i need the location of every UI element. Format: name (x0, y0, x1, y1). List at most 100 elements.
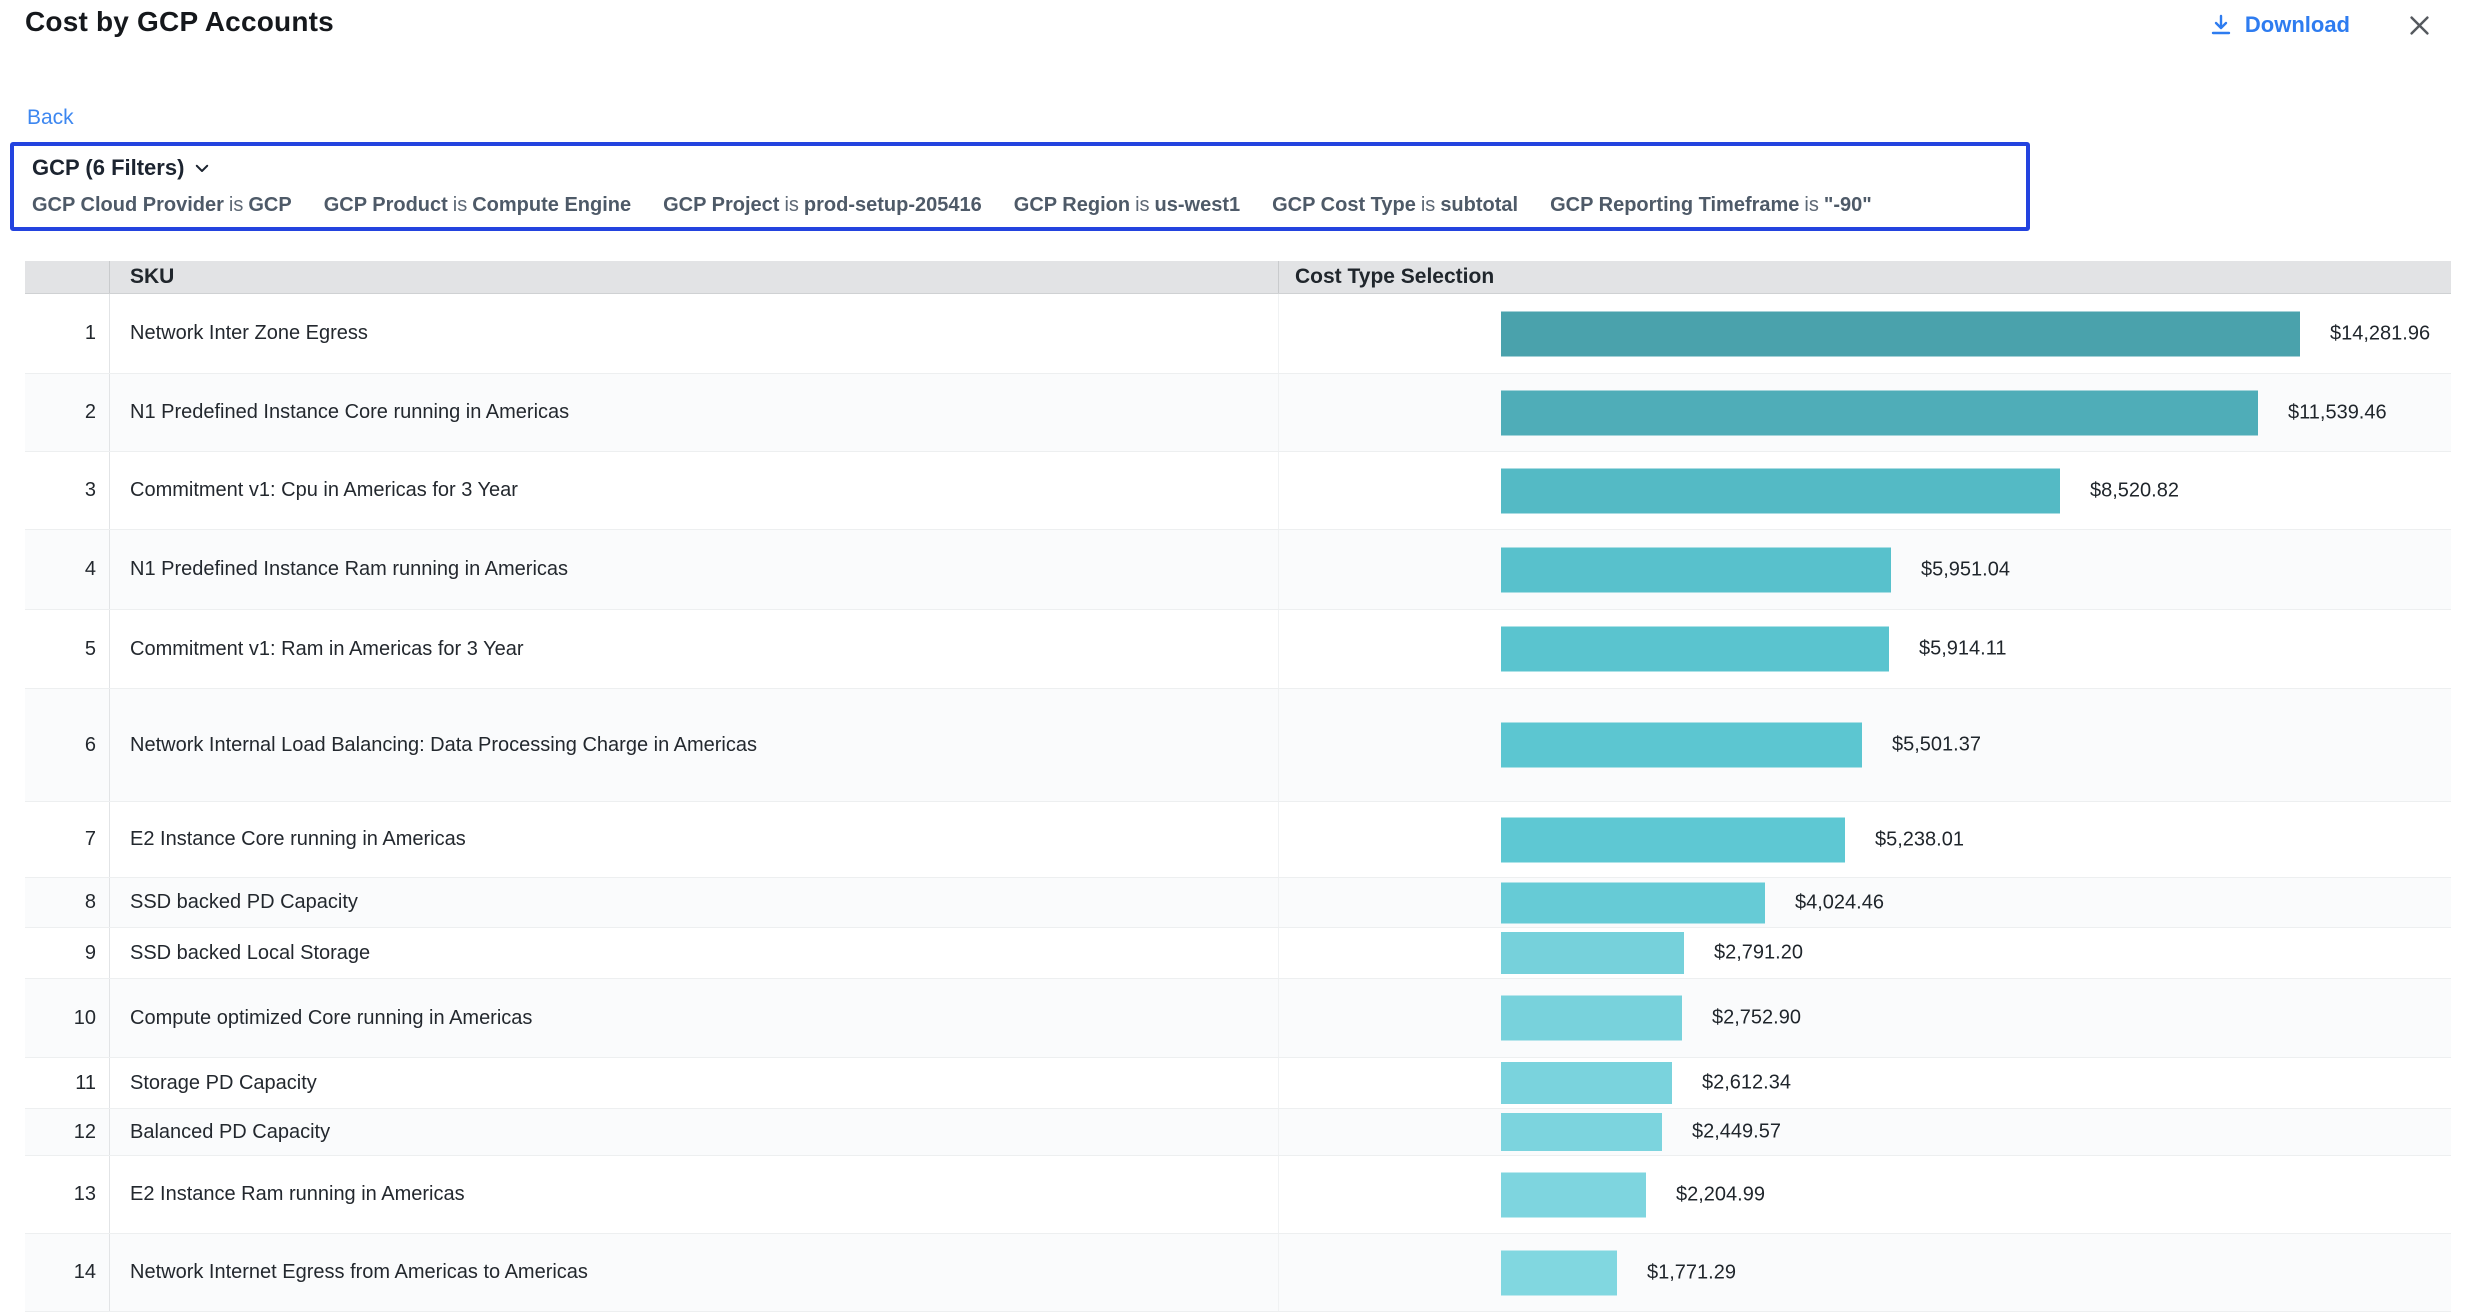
table-row: 2N1 Predefined Instance Core running in … (25, 374, 2451, 452)
table-row: 6Network Internal Load Balancing: Data P… (25, 689, 2451, 802)
filter-operator: is (448, 194, 472, 216)
page-title: Cost by GCP Accounts (25, 6, 334, 38)
cost-bar[interactable] (1501, 547, 1891, 592)
filter-field: GCP Reporting Timeframe (1550, 194, 1799, 216)
filter-field: GCP Cloud Provider (32, 194, 224, 216)
table-row: 14Network Internet Egress from Americas … (25, 1234, 2451, 1312)
cost-bar[interactable] (1501, 627, 1889, 672)
download-button[interactable]: Download (2209, 12, 2350, 38)
cost-table: SKU Cost Type Selection 1Network Inter Z… (25, 261, 2451, 1312)
sku-cell: E2 Instance Core running in Americas (110, 802, 1279, 877)
cost-bar-cell: $2,204.99 (1279, 1156, 2451, 1233)
close-icon (2406, 12, 2433, 39)
sku-cell: E2 Instance Ram running in Americas (110, 1156, 1279, 1233)
row-number: 8 (25, 878, 110, 927)
filter-item-3[interactable]: GCP Projectisprod-setup-205416 (663, 194, 982, 217)
bar-value-label: $2,204.99 (1676, 1183, 1765, 1206)
bar-value-label: $1,771.29 (1647, 1261, 1736, 1284)
top-actions: Download (2209, 10, 2434, 40)
row-number: 6 (25, 689, 110, 801)
filter-summary-dropdown[interactable]: GCP (6 Filters) (32, 155, 211, 181)
filter-value: us-west1 (1155, 194, 1241, 216)
cost-bar[interactable] (1501, 932, 1684, 974)
filter-field: GCP Cost Type (1272, 194, 1416, 216)
filter-panel: GCP (6 Filters) GCP Cloud ProviderisGCPG… (10, 142, 2030, 231)
filter-value: Compute Engine (472, 194, 631, 216)
cost-bar[interactable] (1501, 882, 1765, 923)
bar-value-label: $11,539.46 (2288, 401, 2387, 424)
table-row: 9SSD backed Local Storage $2,791.20 (25, 928, 2451, 979)
table-row: 13E2 Instance Ram running in Americas $2,… (25, 1156, 2451, 1234)
table-row: 10Compute optimized Core running in Amer… (25, 979, 2451, 1058)
cost-by-gcp-accounts-panel: Cost by GCP Accounts Download Back GCP (… (0, 0, 2476, 1314)
cost-bar-cell: $5,238.01 (1279, 802, 2451, 877)
bar-value-label: $5,914.11 (1919, 638, 2007, 661)
cost-bar[interactable] (1501, 817, 1845, 862)
cost-bar[interactable] (1501, 1172, 1646, 1217)
table-row: 11Storage PD Capacity$2,612.34 (25, 1058, 2451, 1109)
sku-cell: Commitment v1: Cpu in Americas for 3 Yea… (110, 452, 1279, 529)
filter-item-6[interactable]: GCP Reporting Timeframeis"-90" (1550, 194, 1872, 217)
filter-list: GCP Cloud ProviderisGCP GCP ProductisComp… (32, 194, 2008, 217)
filter-operator: is (1799, 194, 1823, 216)
cost-bar[interactable] (1501, 311, 2300, 356)
cost-bar-cell: $2,612.34 (1279, 1058, 2451, 1108)
bar-value-label: $5,501.37 (1892, 734, 1981, 757)
filter-item-1[interactable]: GCP Cloud ProviderisGCP (32, 194, 292, 217)
filter-summary-label: GCP (6 Filters) (32, 155, 184, 181)
filter-item-2[interactable]: GCP ProductisCompute Engine (324, 194, 631, 217)
table-row: 3Commitment v1: Cpu in Americas for 3 Ye… (25, 452, 2451, 530)
table-row: 12Balanced PD Capacity$2,449.57 (25, 1109, 2451, 1156)
filter-field: GCP Region (1014, 194, 1130, 216)
cost-bar-cell: $11,539.46 (1279, 374, 2451, 451)
cost-bar-cell: $4,024.46 (1279, 878, 2451, 927)
table-body: 1Network Inter Zone Egress$14,281.962N1 … (25, 294, 2451, 1312)
bar-value-label: $2,612.34 (1702, 1072, 1791, 1095)
filter-operator: is (1416, 194, 1440, 216)
row-number: 12 (25, 1109, 110, 1155)
cost-bar[interactable] (1501, 1113, 1662, 1151)
table-header-row: SKU Cost Type Selection (25, 261, 2451, 294)
filter-value: subtotal (1440, 194, 1518, 216)
sku-cell: N1 Predefined Instance Ram running in Am… (110, 530, 1279, 609)
cost-bar[interactable] (1501, 390, 2258, 435)
close-button[interactable] (2404, 10, 2434, 40)
sku-cell: Network Internal Load Balancing: Data Pr… (110, 689, 1279, 801)
row-number: 11 (25, 1058, 110, 1108)
table-row: 5Commitment v1: Ram in Americas for 3 Ye… (25, 610, 2451, 689)
filter-value: prod-setup-205416 (804, 194, 982, 216)
table-row: 1Network Inter Zone Egress $14,281.96 (25, 294, 2451, 374)
row-number: 9 (25, 928, 110, 978)
filter-item-5[interactable]: GCP Cost Typeissubtotal (1272, 194, 1518, 217)
bar-value-label: $2,791.20 (1714, 942, 1803, 965)
download-label: Download (2245, 12, 2350, 38)
row-number: 2 (25, 374, 110, 451)
filter-item-4[interactable]: GCP Regionisus-west1 (1014, 194, 1240, 217)
row-number: 14 (25, 1234, 110, 1311)
sku-cell: Balanced PD Capacity (110, 1109, 1279, 1155)
bar-value-label: $14,281.96 (2330, 322, 2430, 345)
sku-cell: Network Inter Zone Egress (110, 294, 1279, 373)
sku-cell: Commitment v1: Ram in Americas for 3 Yea… (110, 610, 1279, 688)
row-number: 7 (25, 802, 110, 877)
cost-bar[interactable] (1501, 1250, 1617, 1295)
cost-bar-cell: $5,914.11 (1279, 610, 2451, 688)
row-number: 1 (25, 294, 110, 373)
sku-column-header: SKU (110, 261, 1279, 293)
cost-bar[interactable] (1501, 996, 1682, 1041)
back-link[interactable]: Back (27, 106, 74, 130)
cost-bar-cell: $5,951.04 (1279, 530, 2451, 609)
row-number: 13 (25, 1156, 110, 1233)
bar-value-label: $5,951.04 (1921, 558, 2010, 581)
filter-field: GCP Project (663, 194, 779, 216)
cost-bar-cell: $1,771.29 (1279, 1234, 2451, 1311)
cost-bar[interactable] (1501, 468, 2060, 513)
cost-bar-cell: $2,752.90 (1279, 979, 2451, 1057)
sku-cell: SSD backed Local Storage (110, 928, 1279, 978)
cost-bar[interactable] (1501, 723, 1862, 768)
cost-bar-cell: $14,281.96 (1279, 294, 2451, 373)
cost-bar[interactable] (1501, 1062, 1672, 1104)
row-number: 4 (25, 530, 110, 609)
download-icon (2209, 13, 2233, 37)
index-column-header (25, 261, 110, 293)
